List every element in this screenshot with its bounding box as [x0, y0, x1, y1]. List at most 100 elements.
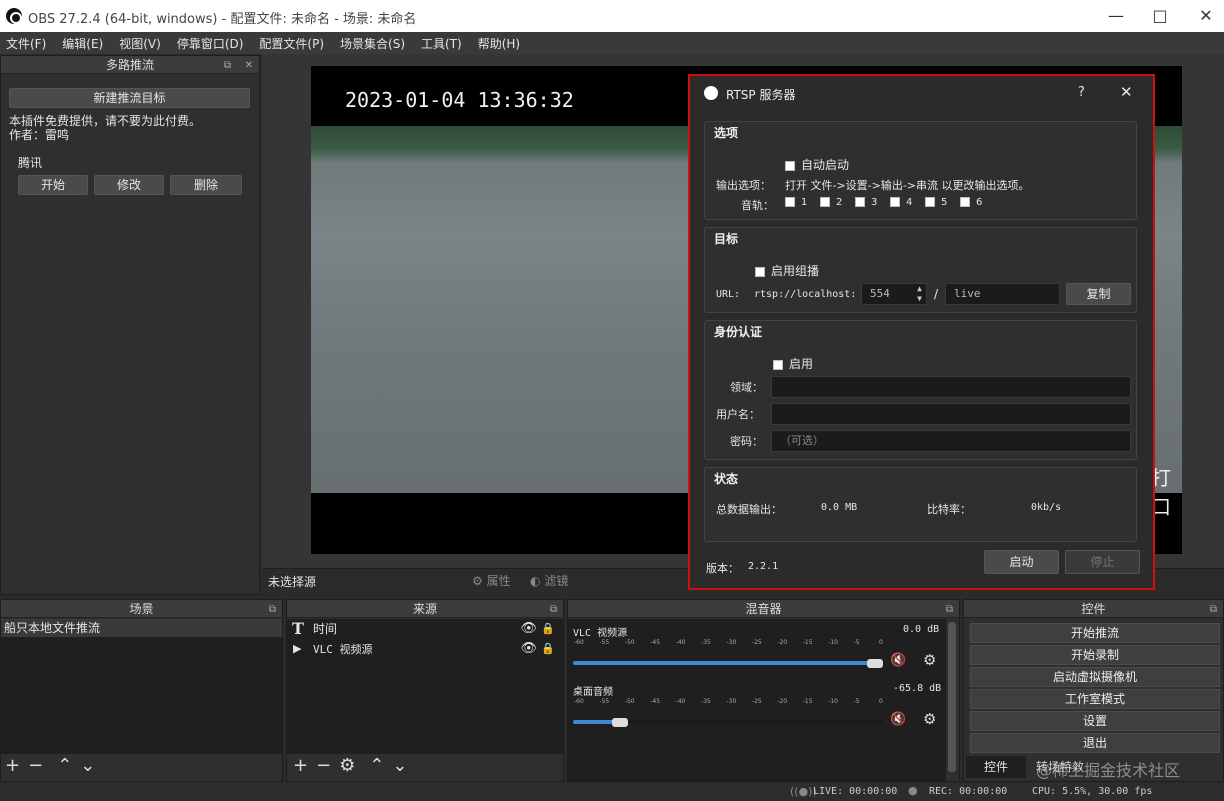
move-up-icon[interactable]: ⌃	[369, 755, 384, 776]
help-button[interactable]: ?	[1078, 85, 1085, 100]
username-input[interactable]	[771, 403, 1131, 425]
float-icon[interactable]: ⧉	[946, 601, 953, 619]
gear-icon[interactable]: ⚙	[923, 651, 936, 669]
meter-scale: -60 -55 -50 -45 -40 -35 -30 -25 -20 -15 -10 -5 0	[574, 698, 944, 710]
dialog-title: RTSP 服务器	[726, 88, 796, 102]
window-title: OBS 27.2.4 (64-bit, windows) - 配置文件: 未命名…	[28, 12, 417, 27]
status-bar: ((●)) LIVE: 00:00:00 ● REC: 00:00:00 CPU…	[0, 783, 1224, 801]
track-1-checkbox[interactable]: 1	[785, 197, 807, 208]
filter-icon: ◐	[530, 574, 541, 588]
float-icon[interactable]: ⧉	[550, 601, 557, 619]
muted-speaker-icon[interactable]: 🔇	[890, 712, 906, 727]
rtsp-server-dialog: RTSP 服务器 ? ✕ 选项 自动启动 输出选项： 打开 文件->设置->输出…	[688, 74, 1155, 590]
output-text: 打开 文件->设置->输出->串流 以更改输出选项。	[785, 179, 1030, 192]
text-source-icon: T	[292, 619, 304, 638]
menu-profile[interactable]: 配置文件(P)	[253, 35, 330, 52]
start-recording-button[interactable]: 开始录制	[970, 645, 1220, 665]
source-item[interactable]: T 时间 👁 🔒	[287, 619, 563, 639]
scale-tick-label: -60	[574, 639, 584, 646]
studio-mode-button[interactable]: 工作室模式	[970, 689, 1220, 709]
scale-tick-label: 0	[879, 698, 883, 705]
path-input[interactable]: live	[945, 283, 1060, 305]
track-5-checkbox[interactable]: 5	[925, 197, 947, 208]
volume-slider[interactable]	[573, 718, 883, 727]
scenes-toolbar: + − ⌃ ⌄	[5, 755, 103, 776]
scale-tick-label: -25	[751, 698, 762, 705]
properties-button[interactable]: ⚙ 属性	[472, 572, 511, 589]
target-edit-button[interactable]: 修改	[94, 175, 164, 195]
mixer-dock: 混音器 ⧉ VLC 视频源 0.0 dB -60 -55 -50 -45 -40 -35 -3…	[567, 599, 960, 782]
multicast-checkbox[interactable]: 启用组播	[755, 262, 819, 279]
realm-input[interactable]	[771, 376, 1131, 398]
volume-slider[interactable]	[573, 659, 883, 668]
muted-speaker-icon[interactable]: 🔇	[890, 653, 906, 668]
float-icon[interactable]: ⧉	[1210, 601, 1217, 619]
password-input[interactable]: （可选）	[771, 430, 1131, 452]
scale-tick-label: -20	[777, 639, 788, 646]
tab-controls[interactable]: 控件	[966, 756, 1026, 778]
output-label: 输出选项：	[716, 179, 771, 192]
port-input[interactable]: 554 ▲ ▼	[861, 283, 927, 305]
start-virtual-camera-button[interactable]: 启动虚拟摄像机	[970, 667, 1220, 687]
total-output-label: 总数据输出：	[716, 503, 782, 516]
settings-button[interactable]: 设置	[970, 711, 1220, 731]
scenes-list: 船只本地文件推流	[1, 619, 282, 754]
menu-edit[interactable]: 编辑(E)	[56, 35, 109, 52]
add-icon[interactable]: +	[5, 755, 20, 776]
menu-view[interactable]: 视图(V)	[113, 35, 167, 52]
close-dock-icon[interactable]: ✕	[245, 57, 253, 75]
start-streaming-button[interactable]: 开始推流	[970, 623, 1220, 643]
gear-icon[interactable]: ⚙	[339, 755, 355, 776]
new-target-button[interactable]: 新建推流目标	[9, 88, 250, 108]
volume-knob[interactable]	[867, 659, 883, 668]
auth-title: 身份认证	[714, 325, 763, 339]
maximize-button[interactable]: □	[1142, 4, 1178, 28]
remove-icon[interactable]: −	[28, 755, 43, 776]
scale-tick-label: -5	[853, 639, 860, 646]
lock-icon[interactable]: 🔒	[541, 639, 555, 659]
volume-knob[interactable]	[611, 718, 628, 727]
stop-server-button[interactable]: 停止	[1065, 550, 1140, 574]
menu-scene-collection[interactable]: 场景集合(S)	[334, 35, 411, 52]
title-bar: OBS 27.2.4 (64-bit, windows) - 配置文件: 未命名…	[0, 0, 1224, 32]
visibility-eye-icon[interactable]: 👁	[520, 639, 537, 659]
close-button[interactable]: ✕	[1188, 4, 1224, 28]
track-4-checkbox[interactable]: 4	[890, 197, 912, 208]
filters-button[interactable]: ◐ 滤镜	[530, 572, 568, 589]
multistream-dock: 多路推流 ⧉ ✕ 新建推流目标 本插件免费提供，请不要为此付费。 作者：雷鸣 腾…	[0, 55, 260, 595]
float-icon[interactable]: ⧉	[269, 601, 276, 619]
lock-icon[interactable]: 🔒	[541, 619, 555, 639]
track-6-checkbox[interactable]: 6	[960, 197, 982, 208]
target-delete-button[interactable]: 删除	[170, 175, 242, 195]
track-3-checkbox[interactable]: 3	[855, 197, 877, 208]
menu-help[interactable]: 帮助(H)	[472, 35, 526, 52]
exit-button[interactable]: 退出	[970, 733, 1220, 753]
start-server-button[interactable]: 启动	[984, 550, 1059, 574]
move-down-icon[interactable]: ⌄	[80, 755, 95, 776]
move-up-icon[interactable]: ⌃	[57, 755, 72, 776]
mixer-scrollbar[interactable]	[948, 622, 956, 772]
total-output-value: 0.0 MB	[821, 502, 858, 513]
dialog-close-button[interactable]: ✕	[1120, 83, 1133, 101]
scale-tick-label: -55	[599, 639, 610, 646]
scene-item[interactable]: 船只本地文件推流	[1, 619, 282, 637]
auth-enable-checkbox[interactable]: 启用	[773, 355, 813, 372]
source-item[interactable]: ▶ VLC 视频源 👁 🔒	[287, 639, 563, 659]
autostart-checkbox[interactable]: 自动启动	[785, 156, 849, 173]
float-icon[interactable]: ⧉	[224, 57, 231, 75]
visibility-eye-icon[interactable]: 👁	[520, 619, 537, 639]
path-slash: /	[934, 287, 939, 301]
menu-docks[interactable]: 停靠窗口(D)	[171, 35, 250, 52]
channel-name: VLC 视频源	[573, 628, 628, 639]
track-2-checkbox[interactable]: 2	[820, 197, 842, 208]
menu-tools[interactable]: 工具(T)	[415, 35, 468, 52]
menu-file[interactable]: 文件(F)	[0, 35, 52, 52]
spinner-arrows-icon[interactable]: ▲ ▼	[917, 284, 922, 304]
move-down-icon[interactable]: ⌄	[392, 755, 407, 776]
gear-icon[interactable]: ⚙	[923, 710, 936, 728]
add-icon[interactable]: +	[293, 755, 308, 776]
copy-url-button[interactable]: 复制	[1066, 283, 1131, 305]
target-start-button[interactable]: 开始	[18, 175, 88, 195]
minimize-button[interactable]: —	[1098, 4, 1134, 28]
remove-icon[interactable]: −	[316, 755, 331, 776]
